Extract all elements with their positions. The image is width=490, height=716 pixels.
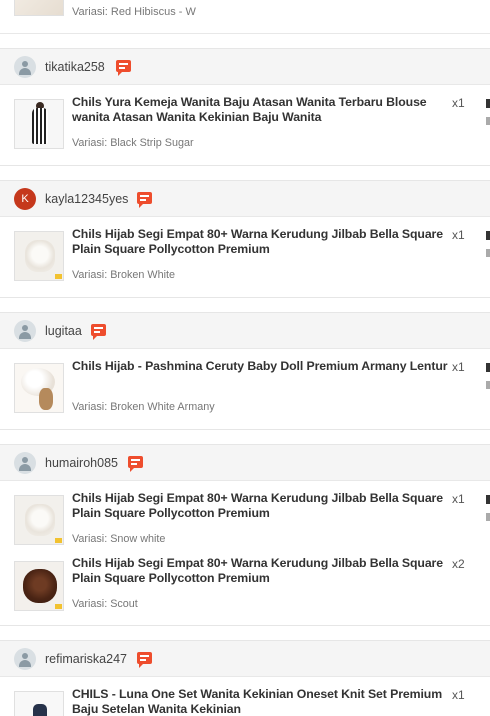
- order-header: refimariska247: [0, 641, 490, 677]
- chat-icon[interactable]: [128, 456, 143, 472]
- order-card: refimariska247 CHILS - Luna One Set Wani…: [0, 640, 490, 716]
- product-thumbnail[interactable]: [14, 691, 64, 716]
- product-thumbnail[interactable]: [14, 0, 64, 16]
- order-card: lugitaa Chils Hijab - Pashmina Ceruty Ba…: [0, 312, 490, 430]
- price-clip: [486, 117, 490, 125]
- price-clip: [486, 231, 490, 240]
- buyer-username[interactable]: lugitaa: [45, 324, 82, 338]
- order-card: tikatika258 Chils Yura Kemeja Wanita Baj…: [0, 48, 490, 166]
- product-variant: Variasi: Broken White Armany: [72, 401, 215, 413]
- chat-icon[interactable]: [116, 60, 131, 76]
- buyer-username[interactable]: kayla12345yes: [45, 192, 128, 206]
- price-clip: [486, 99, 490, 108]
- user-avatar-icon: [14, 648, 36, 670]
- price-clip: [486, 381, 490, 389]
- product-quantity: x1: [452, 228, 465, 242]
- product-thumbnail[interactable]: [14, 363, 64, 413]
- price-clip: [486, 249, 490, 257]
- order-card: humairoh085 Chils Hijab Segi Empat 80+ W…: [0, 444, 490, 626]
- buyer-username[interactable]: refimariska247: [45, 652, 127, 666]
- product-variant: Variasi: Red Hibiscus - W: [72, 6, 196, 18]
- buyer-username[interactable]: humairoh085: [45, 456, 118, 470]
- product-title[interactable]: Chils Hijab Segi Empat 80+ Warna Kerudun…: [72, 491, 450, 521]
- user-avatar-icon: [14, 452, 36, 474]
- user-avatar-icon: K: [14, 188, 36, 210]
- product-thumbnail[interactable]: [14, 99, 64, 149]
- price-clip: [486, 513, 490, 521]
- order-header: lugitaa: [0, 313, 490, 349]
- product-variant: Variasi: Broken White: [72, 269, 176, 281]
- user-avatar-icon: [14, 56, 36, 78]
- user-avatar-icon: [14, 320, 36, 342]
- product-variant: Variasi: Scout: [72, 598, 138, 610]
- chat-icon[interactable]: [137, 652, 152, 668]
- product-variant: Variasi: Black Strip Sugar: [72, 137, 194, 149]
- order-item-partial: Variasi: Red Hibiscus - W: [0, 0, 490, 34]
- product-row[interactable]: Chils Hijab Segi Empat 80+ Warna Kerudun…: [0, 217, 490, 282]
- product-row[interactable]: CHILS - Luna One Set Wanita Kekinian One…: [0, 677, 490, 716]
- product-quantity: x1: [452, 360, 465, 374]
- order-card: K kayla12345yes Chils Hijab Segi Empat 8…: [0, 180, 490, 298]
- product-quantity: x1: [452, 492, 465, 506]
- product-row[interactable]: Chils Hijab Segi Empat 80+ Warna Kerudun…: [0, 481, 490, 546]
- product-variant: Variasi: Snow white: [72, 533, 166, 545]
- product-thumbnail[interactable]: [14, 231, 64, 281]
- product-quantity: x2: [452, 557, 465, 571]
- chat-icon[interactable]: [91, 324, 106, 340]
- chat-icon[interactable]: [137, 192, 152, 208]
- product-row[interactable]: Chils Hijab - Pashmina Ceruty Baby Doll …: [0, 349, 490, 414]
- product-quantity: x1: [452, 688, 465, 702]
- order-header: humairoh085: [0, 445, 490, 481]
- price-clip: [486, 363, 490, 372]
- product-title[interactable]: Chils Hijab Segi Empat 80+ Warna Kerudun…: [72, 227, 450, 257]
- order-header: K kayla12345yes: [0, 181, 490, 217]
- price-clip: [486, 495, 490, 504]
- product-title[interactable]: Chils Hijab - Pashmina Ceruty Baby Doll …: [72, 359, 450, 374]
- product-row[interactable]: Chils Yura Kemeja Wanita Baju Atasan Wan…: [0, 85, 490, 150]
- product-quantity: x1: [452, 96, 465, 110]
- product-title[interactable]: CHILS - Luna One Set Wanita Kekinian One…: [72, 687, 450, 716]
- order-header: tikatika258: [0, 49, 490, 85]
- product-row[interactable]: Chils Hijab Segi Empat 80+ Warna Kerudun…: [0, 546, 490, 611]
- product-thumbnail[interactable]: [14, 561, 64, 611]
- product-thumbnail[interactable]: [14, 495, 64, 545]
- product-title[interactable]: Chils Yura Kemeja Wanita Baju Atasan Wan…: [72, 95, 450, 125]
- buyer-username[interactable]: tikatika258: [45, 60, 105, 74]
- product-title[interactable]: Chils Hijab Segi Empat 80+ Warna Kerudun…: [72, 556, 450, 586]
